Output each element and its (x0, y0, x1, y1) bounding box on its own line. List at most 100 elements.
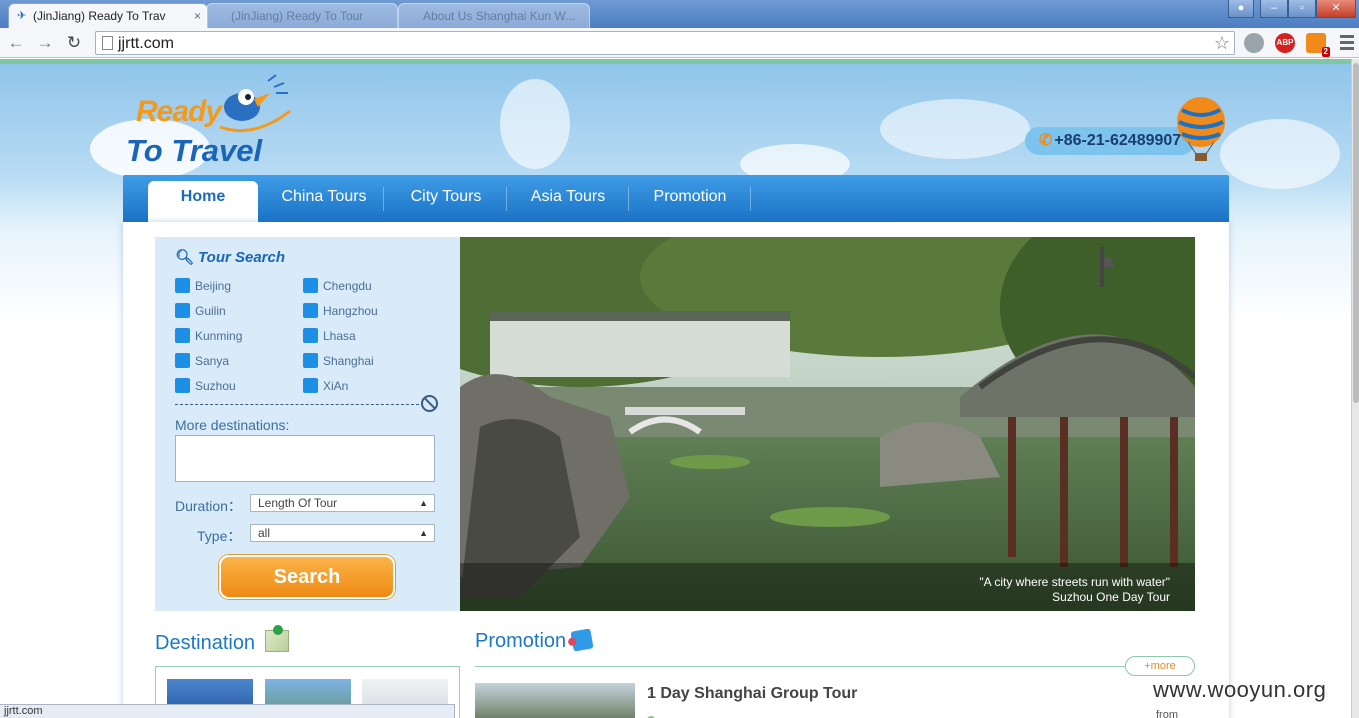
checkbox-label: Suzhou (195, 379, 236, 393)
map-pin-icon (264, 625, 289, 652)
browser-tab-background[interactable]: (JinJiang) Ready To Tour (206, 3, 398, 28)
rss-badge: 2 (1321, 47, 1330, 57)
checkbox-sanya[interactable] (175, 353, 190, 368)
browser-tab-background[interactable]: About Us Shanghai Kun W... (398, 3, 590, 28)
checkbox-hangzhou[interactable] (303, 303, 318, 318)
checkbox-label: Chengdu (323, 279, 372, 293)
nav-tab-home[interactable]: Home (148, 181, 258, 222)
checkbox-label: Kunming (195, 329, 243, 343)
hot-air-balloon-icon (1177, 97, 1225, 161)
rss-extension-icon[interactable]: 2 (1306, 33, 1330, 57)
tab-close-icon[interactable]: × (194, 4, 201, 28)
checkbox-chengdu[interactable] (303, 278, 318, 293)
divider (175, 404, 419, 405)
more-destinations-label: More destinations: (175, 417, 290, 433)
checkbox-label: XiAn (323, 379, 349, 393)
minimize-button[interactable]: – (1260, 0, 1288, 18)
maximize-button[interactable]: ▫ (1288, 0, 1316, 18)
nav-tab-promotion[interactable]: Promotion (629, 181, 751, 222)
browser-status-bar: jjrtt.com (0, 704, 455, 718)
profile-icon[interactable]: ● (1228, 0, 1254, 18)
bookmark-star-icon[interactable]: ☆ (1214, 33, 1230, 54)
phone-icon: ✆ (1039, 132, 1053, 149)
back-arrow-icon[interactable]: ← (6, 32, 26, 54)
checkbox-label: Guilin (195, 304, 226, 318)
page-viewport: Ready To Travel ✆ +86-21-62489907 Home Ch… (0, 59, 1351, 718)
logo-to-travel-text: To Travel (126, 133, 263, 168)
cloud (880, 99, 1030, 159)
browser-tab-active[interactable]: ✈ (JinJiang) Ready To Trav × (8, 3, 208, 28)
menu-icon[interactable] (1340, 35, 1354, 53)
tour-search-title: 🔍︎ Tour Search (175, 248, 285, 266)
checkbox-label: Sanya (195, 354, 230, 368)
promotion-item-title[interactable]: 1 Day Shanghai Group Tour (647, 685, 857, 703)
type-label: Type： (197, 528, 242, 544)
logo-ready-text: Ready (136, 95, 222, 128)
browser-toolbar: ← → ↻ jjrtt.com ☆ ABP 2 (0, 28, 1359, 58)
tab-title: (JinJiang) Ready To Trav (33, 9, 166, 23)
tour-search-title-text: Tour Search (198, 249, 286, 266)
address-url[interactable]: jjrtt.com (118, 35, 174, 53)
site-logo[interactable]: Ready To Travel (122, 73, 292, 183)
type-select[interactable]: all ▲ (250, 524, 435, 542)
tour-search-panel: 🔍︎ Tour Search Beijing Chengdu Guilin Han… (155, 237, 460, 611)
browser-tab-strip: ✈ (JinJiang) Ready To Trav × (JinJiang) … (0, 0, 1359, 28)
checkbox-kunming[interactable] (175, 328, 190, 343)
select-arrows-icon: ▲ (419, 528, 428, 538)
phone-number: +86-21-62489907 (1054, 132, 1182, 149)
forward-arrow-icon[interactable]: → (35, 32, 55, 54)
checkbox-suzhou[interactable] (175, 378, 190, 393)
tab-title: About Us Shanghai Kun W... (423, 9, 576, 23)
search-button[interactable]: Search (219, 555, 395, 599)
promotion-heading: Promotion (475, 628, 594, 653)
checkbox-label: Hangzhou (323, 304, 378, 318)
suzhou-garden-photo (460, 237, 1195, 611)
nav-separator (383, 187, 384, 211)
promotion-thumbnail[interactable] (475, 683, 635, 718)
clear-selection-icon[interactable] (421, 395, 438, 412)
promotion-title: Promotion (475, 630, 567, 652)
checkbox-lhasa[interactable] (303, 328, 318, 343)
caption-title[interactable]: Suzhou One Day Tour (1052, 590, 1170, 604)
checkbox-shanghai[interactable] (303, 353, 318, 368)
address-bar[interactable]: jjrtt.com ☆ (95, 31, 1235, 55)
checkbox-label: Beijing (195, 279, 232, 293)
page-scrollbar[interactable] (1351, 59, 1359, 718)
search-icon: 🔍︎ (175, 249, 195, 266)
site-favicon-icon: ✈ (17, 10, 27, 22)
more-destinations-input[interactable] (175, 435, 435, 482)
hero-slideshow[interactable]: "A city where streets run with water" Su… (460, 237, 1195, 611)
adblock-extension-icon[interactable]: ABP (1275, 33, 1295, 53)
checkbox-beijing[interactable] (175, 278, 190, 293)
tab-title: (JinJiang) Ready To Tour (231, 9, 364, 23)
destination-heading: Destination (155, 625, 289, 655)
more-promotions-link[interactable]: +more (1125, 656, 1195, 676)
promotion-item-meta (647, 711, 767, 718)
promotion-divider (475, 666, 1127, 667)
watermark-text: www.wooyun.org (1153, 677, 1327, 702)
close-window-button[interactable]: ✕ (1316, 0, 1356, 18)
nav-tab-city-tours[interactable]: City Tours (385, 181, 507, 222)
page-icon (102, 36, 113, 50)
type-value: all (258, 526, 271, 540)
duration-select[interactable]: Length Of Tour ▲ (250, 494, 435, 512)
phone-number-badge: ✆ +86-21-62489907 (1025, 127, 1195, 155)
top-strip (0, 59, 1351, 64)
scrollbar-thumb[interactable] (1353, 63, 1359, 403)
main-navigation: Home China Tours City Tours Asia Tours P… (123, 175, 1229, 222)
reload-icon[interactable]: ↻ (64, 32, 84, 54)
shopping-bag-icon (567, 628, 594, 652)
checkbox-label: Lhasa (323, 329, 356, 343)
price-from-label: from (1156, 709, 1178, 718)
checkbox-guilin[interactable] (175, 303, 190, 318)
nav-tab-asia-tours[interactable]: Asia Tours (507, 181, 629, 222)
duration-value: Length Of Tour (258, 496, 338, 510)
caption-quote: "A city where streets run with water" (979, 575, 1170, 589)
cloud (500, 79, 570, 169)
checkbox-xian[interactable] (303, 378, 318, 393)
globe-extension-icon[interactable] (1244, 33, 1264, 53)
destination-title: Destination (155, 632, 256, 654)
checkbox-label: Shanghai (323, 354, 374, 368)
duration-label: Duration： (175, 498, 242, 514)
nav-tab-china-tours[interactable]: China Tours (263, 181, 385, 222)
